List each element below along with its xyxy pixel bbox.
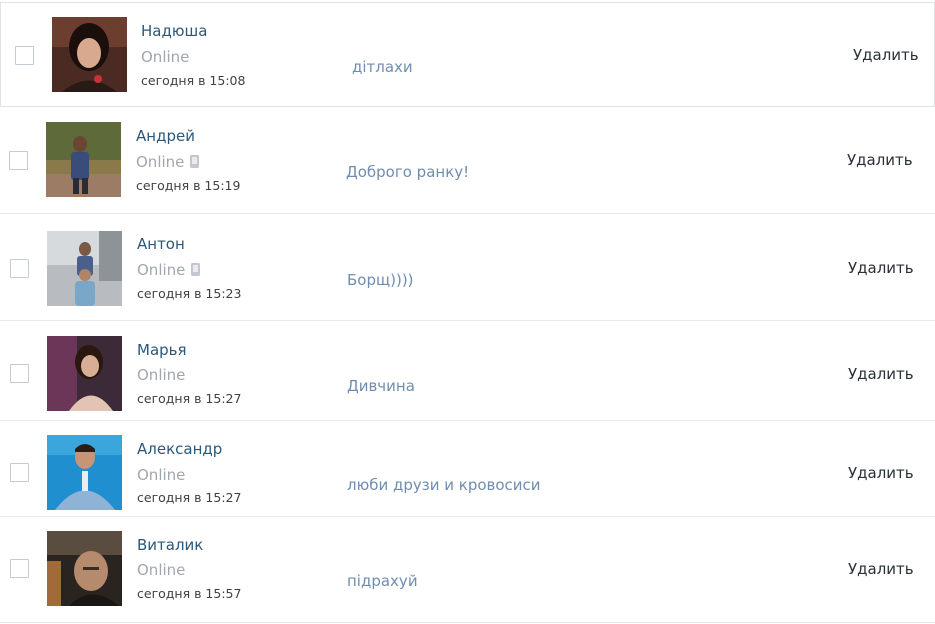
dialog-row[interactable]: Марья Online сегодня в 15:27 Дивчина Уда… <box>0 321 935 421</box>
select-checkbox[interactable] <box>10 559 29 578</box>
select-checkbox[interactable] <box>15 46 34 65</box>
online-status: Online <box>137 261 201 279</box>
online-status: Online <box>137 561 186 579</box>
avatar[interactable] <box>47 231 122 306</box>
online-status: Online <box>137 466 186 484</box>
select-checkbox[interactable] <box>10 259 29 278</box>
dialog-row[interactable]: Виталик Online сегодня в 15:57 підрахуй … <box>0 517 935 623</box>
dialog-row[interactable]: Антон Online сегодня в 15:23 Борщ)))) Уд… <box>0 214 935 321</box>
contact-name[interactable]: Александр <box>137 440 222 458</box>
online-status: Online <box>136 153 200 171</box>
avatar[interactable] <box>52 17 127 92</box>
message-preview[interactable]: Борщ)))) <box>347 271 414 289</box>
message-time: сегодня в 15:19 <box>136 178 241 193</box>
delete-button[interactable]: Удалить <box>853 46 919 64</box>
message-preview[interactable]: дітлахи <box>352 58 413 76</box>
message-preview[interactable]: люби друзи и кровосиси <box>347 476 541 494</box>
contact-name[interactable]: Марья <box>137 341 187 359</box>
message-time: сегодня в 15:57 <box>137 586 242 601</box>
select-checkbox[interactable] <box>10 463 29 482</box>
delete-button[interactable]: Удалить <box>848 560 914 578</box>
avatar[interactable] <box>47 435 122 510</box>
contact-name[interactable]: Надюша <box>141 22 207 40</box>
delete-button[interactable]: Удалить <box>848 365 914 383</box>
dialogs-list: Надюша Online сегодня в 15:08 дітлахи Уд… <box>0 0 935 624</box>
dialog-row[interactable]: Андрей Online сегодня в 15:19 Доброго ра… <box>0 108 935 214</box>
avatar[interactable] <box>46 122 121 197</box>
mobile-icon <box>190 155 200 168</box>
online-status: Online <box>141 48 190 66</box>
select-checkbox[interactable] <box>9 151 28 170</box>
message-time: сегодня в 15:23 <box>137 286 242 301</box>
delete-button[interactable]: Удалить <box>847 151 913 169</box>
message-preview[interactable]: Доброго ранку! <box>346 163 469 181</box>
dialog-row[interactable]: Александр Online сегодня в 15:27 люби др… <box>0 421 935 517</box>
avatar[interactable] <box>47 336 122 411</box>
contact-name[interactable]: Виталик <box>137 536 203 554</box>
contact-name[interactable]: Антон <box>137 235 185 253</box>
message-time: сегодня в 15:27 <box>137 490 242 505</box>
avatar[interactable] <box>47 531 122 606</box>
online-status: Online <box>137 366 186 384</box>
select-checkbox[interactable] <box>10 364 29 383</box>
message-time: сегодня в 15:08 <box>141 73 246 88</box>
message-preview[interactable]: підрахуй <box>347 572 418 590</box>
delete-button[interactable]: Удалить <box>848 464 914 482</box>
mobile-icon <box>191 263 201 276</box>
delete-button[interactable]: Удалить <box>848 259 914 277</box>
contact-name[interactable]: Андрей <box>136 127 195 145</box>
message-time: сегодня в 15:27 <box>137 391 242 406</box>
dialog-row[interactable]: Надюша Online сегодня в 15:08 дітлахи Уд… <box>0 2 935 107</box>
message-preview[interactable]: Дивчина <box>347 377 415 395</box>
